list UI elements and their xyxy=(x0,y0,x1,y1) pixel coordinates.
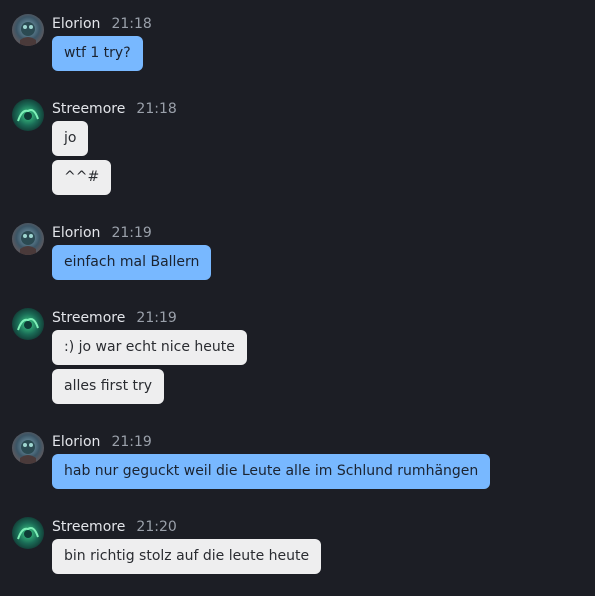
message-header: Streemore 21:18 xyxy=(52,99,177,117)
timestamp: 21:20 xyxy=(136,519,177,535)
message-bubble[interactable]: alles first try xyxy=(52,369,165,404)
timestamp: 21:18 xyxy=(111,16,152,32)
streemore-avatar[interactable] xyxy=(12,308,44,340)
timestamp: 21:19 xyxy=(111,434,152,450)
author-name[interactable]: Streemore xyxy=(52,519,125,535)
author-name[interactable]: Elorion xyxy=(52,225,100,241)
avatar-image xyxy=(12,223,44,255)
author-name[interactable]: Streemore xyxy=(52,310,125,326)
message-header: Elorion 21:19 xyxy=(52,432,152,450)
streemore-avatar[interactable] xyxy=(12,99,44,131)
author-name[interactable]: Elorion xyxy=(52,16,100,32)
message-bubble[interactable]: einfach mal Ballern xyxy=(52,245,212,280)
elorion-avatar[interactable] xyxy=(12,432,44,464)
avatar-image xyxy=(12,99,44,131)
message-bubble[interactable]: wtf 1 try? xyxy=(52,36,143,71)
timestamp: 21:19 xyxy=(136,310,177,326)
avatar-image xyxy=(12,308,44,340)
message-bubble[interactable]: ^^# xyxy=(52,160,112,195)
message-bubble[interactable]: hab nur geguckt weil die Leute alle im S… xyxy=(52,454,491,489)
timestamp: 21:18 xyxy=(136,101,177,117)
message-header: Streemore 21:20 xyxy=(52,517,177,535)
elorion-avatar[interactable] xyxy=(12,14,44,46)
avatar-image xyxy=(12,432,44,464)
streemore-avatar[interactable] xyxy=(12,517,44,549)
chat-history: Elorion 21:18 wtf 1 try? Streemore 21:18… xyxy=(0,0,595,596)
message-bubble[interactable]: :) jo war echt nice heute xyxy=(52,330,247,365)
avatar-image xyxy=(12,14,44,46)
author-name[interactable]: Elorion xyxy=(52,434,100,450)
message-header: Elorion 21:19 xyxy=(52,223,152,241)
message-bubble[interactable]: bin richtig stolz auf die leute heute xyxy=(52,539,322,574)
message-header: Streemore 21:19 xyxy=(52,308,177,326)
message-header: Elorion 21:18 xyxy=(52,14,152,32)
elorion-avatar[interactable] xyxy=(12,223,44,255)
message-bubble[interactable]: jo xyxy=(52,121,89,156)
avatar-image xyxy=(12,517,44,549)
timestamp: 21:19 xyxy=(111,225,152,241)
author-name[interactable]: Streemore xyxy=(52,101,125,117)
